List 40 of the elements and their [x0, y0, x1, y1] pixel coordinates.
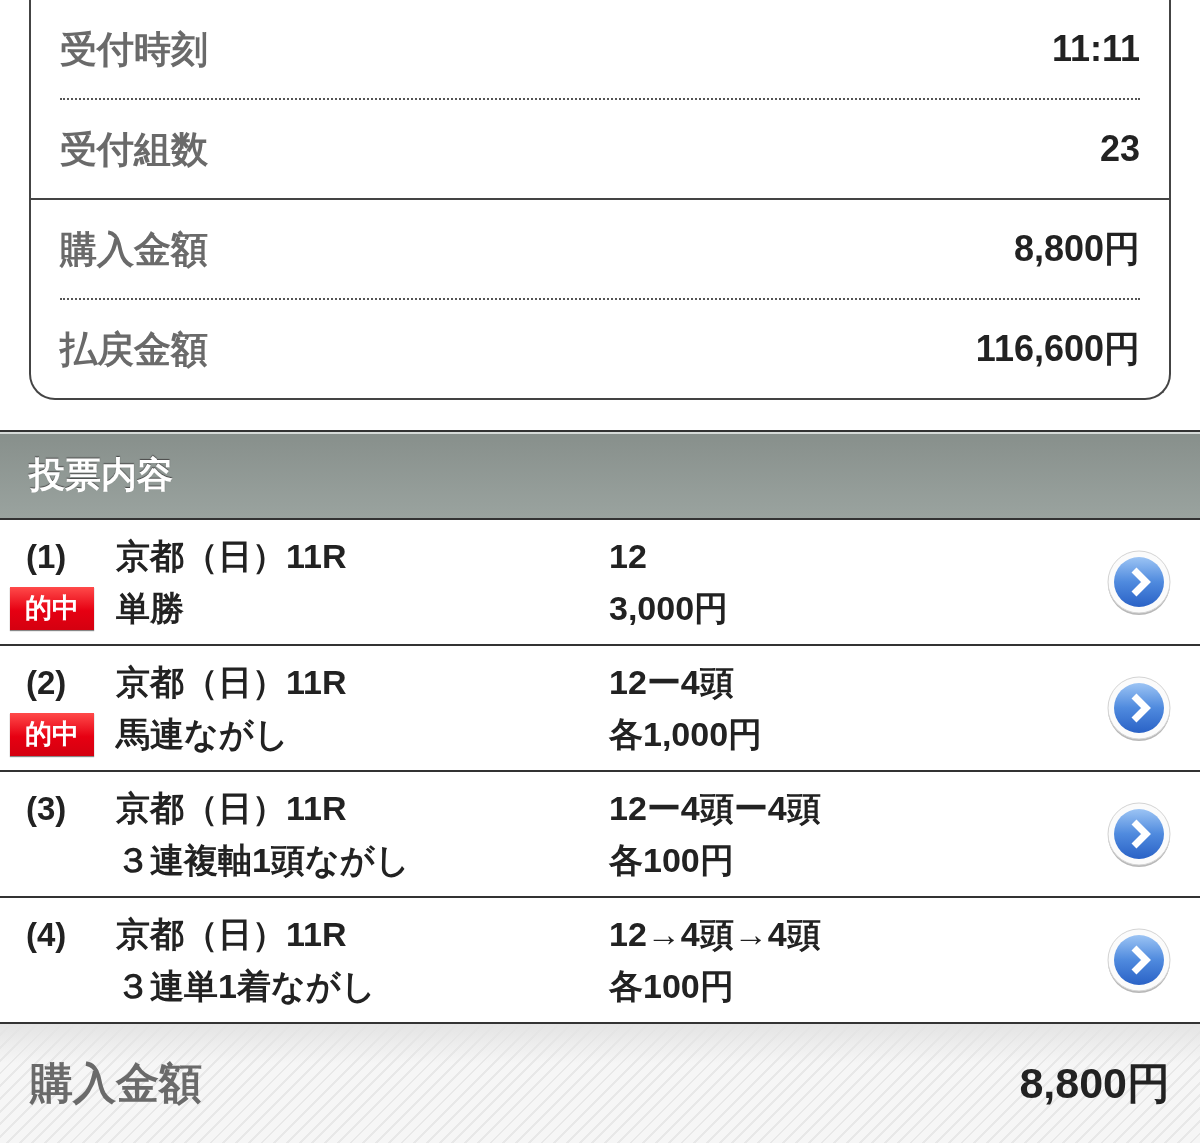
bet-selection: 12	[609, 539, 647, 573]
bet-selection: 12ー4頭ー4頭	[609, 791, 821, 825]
field-value: 11:11	[1051, 31, 1140, 67]
field-value: 116,600円	[975, 331, 1140, 367]
bet-type: 馬連ながし	[116, 717, 289, 751]
bet-number: (2)	[26, 665, 67, 699]
bet-type: ３連複軸1頭ながし	[116, 843, 410, 877]
hit-badge: 的中	[10, 712, 94, 756]
bet-row[interactable]: (1) 的中 京都（日）11R 単勝 12 3,000円	[0, 520, 1200, 646]
bet-amount: 各100円	[609, 843, 734, 877]
race-name: 京都（日）11R	[116, 791, 347, 825]
hit-badge: 的中	[10, 586, 94, 630]
bet-number: (3)	[26, 791, 67, 825]
field-label: 受付時刻	[60, 30, 208, 68]
bet-amount: 3,000円	[609, 591, 729, 625]
total-value: 8,800円	[1019, 1062, 1170, 1105]
bet-selection: 12ー4頭	[609, 665, 734, 699]
field-label: 受付組数	[60, 130, 208, 168]
chevron-circle-icon[interactable]	[1106, 801, 1172, 867]
field-value: 8,800円	[1013, 231, 1140, 267]
race-name: 京都（日）11R	[116, 665, 347, 699]
chevron-circle-icon[interactable]	[1106, 675, 1172, 741]
section-title: 投票内容	[29, 457, 173, 493]
bet-type: 単勝	[116, 591, 184, 625]
race-name: 京都（日）11R	[116, 539, 347, 573]
total-label: 購入金額	[30, 1062, 202, 1105]
bet-number: (4)	[26, 917, 67, 951]
bet-amount: 各1,000円	[609, 717, 763, 751]
bet-type: ３連単1着ながし	[116, 969, 376, 1003]
bet-row[interactable]: (2) 的中 京都（日）11R 馬連ながし 12ー4頭 各1,000円	[0, 646, 1200, 772]
field-label: 払戻金額	[60, 330, 208, 368]
field-label: 購入金額	[60, 230, 208, 268]
chevron-circle-icon[interactable]	[1106, 927, 1172, 993]
bet-amount: 各100円	[609, 969, 734, 1003]
bet-selection: 12→4頭→4頭	[609, 917, 821, 951]
bet-number: (1)	[26, 539, 67, 573]
chevron-circle-icon[interactable]	[1106, 549, 1172, 615]
race-name: 京都（日）11R	[116, 917, 347, 951]
bet-row[interactable]: (3) 京都（日）11R ３連複軸1頭ながし 12ー4頭ー4頭 各100円	[0, 772, 1200, 898]
field-value: 23	[1099, 131, 1140, 167]
